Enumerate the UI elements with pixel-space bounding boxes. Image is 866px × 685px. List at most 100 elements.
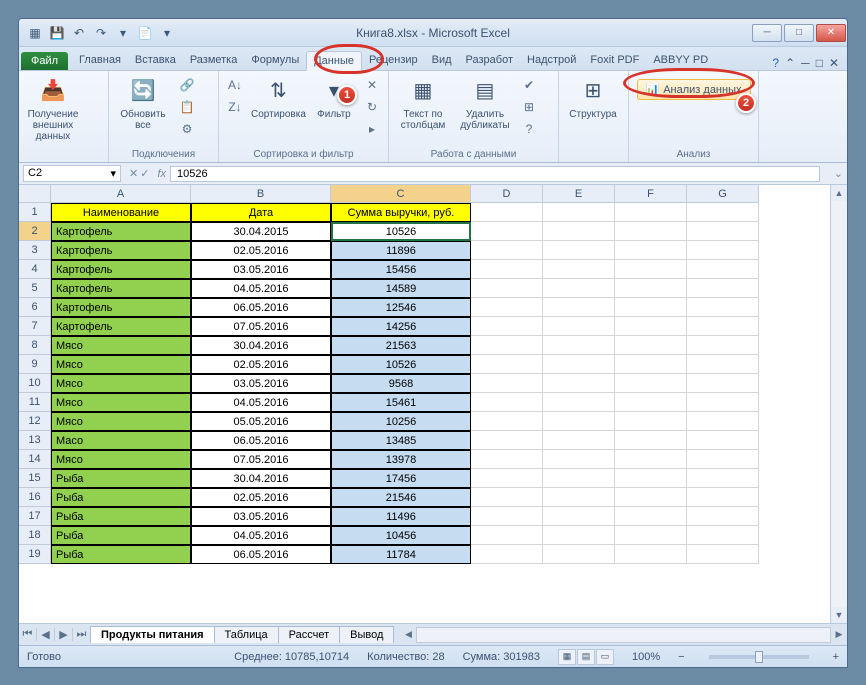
undo-icon[interactable]: ↶: [69, 23, 89, 43]
first-sheet-icon[interactable]: ⏮: [19, 628, 37, 641]
cell-2-F[interactable]: [615, 222, 687, 241]
row-header-12[interactable]: 12: [19, 412, 51, 431]
cell-10-D[interactable]: [471, 374, 543, 393]
cancel-formula-icon[interactable]: ✕: [129, 167, 138, 180]
cell-7-G[interactable]: [687, 317, 759, 336]
cell-14-E[interactable]: [543, 450, 615, 469]
tab-данные[interactable]: Данные: [306, 51, 362, 71]
row-header-6[interactable]: 6: [19, 298, 51, 317]
cell-12-C[interactable]: 10256: [331, 412, 471, 431]
cell-10-B[interactable]: 03.05.2016: [191, 374, 331, 393]
edit-links-icon[interactable]: ⚙: [177, 119, 197, 139]
maximize-button[interactable]: □: [784, 24, 814, 42]
sheet-tab-таблица[interactable]: Таблица: [214, 626, 279, 643]
row-header-15[interactable]: 15: [19, 469, 51, 488]
cell-15-C[interactable]: 17456: [331, 469, 471, 488]
cell-4-B[interactable]: 03.05.2016: [191, 260, 331, 279]
cell-10-F[interactable]: [615, 374, 687, 393]
formula-bar[interactable]: 10526: [170, 166, 820, 182]
cell-18-E[interactable]: [543, 526, 615, 545]
cell-17-E[interactable]: [543, 507, 615, 526]
cell-17-D[interactable]: [471, 507, 543, 526]
cell-8-B[interactable]: 30.04.2016: [191, 336, 331, 355]
cell-11-F[interactable]: [615, 393, 687, 412]
advanced-filter-icon[interactable]: ▸: [362, 119, 382, 139]
close-button[interactable]: ✕: [816, 24, 846, 42]
cell-11-D[interactable]: [471, 393, 543, 412]
cell-14-A[interactable]: Мясо: [51, 450, 191, 469]
cell-5-F[interactable]: [615, 279, 687, 298]
validation-icon[interactable]: ✔: [519, 75, 539, 95]
cell-12-G[interactable]: [687, 412, 759, 431]
cell-5-D[interactable]: [471, 279, 543, 298]
clear-filter-icon[interactable]: ✕: [362, 75, 382, 95]
cell-7-C[interactable]: 14256: [331, 317, 471, 336]
cell-19-B[interactable]: 06.05.2016: [191, 545, 331, 564]
qat-extra-icon[interactable]: 📄: [135, 23, 155, 43]
qat-more-icon[interactable]: ▾: [113, 23, 133, 43]
cell-7-F[interactable]: [615, 317, 687, 336]
vertical-scrollbar[interactable]: ▲ ▼: [830, 185, 847, 623]
tab-рецензир[interactable]: Рецензир: [362, 51, 425, 70]
cell-2-A[interactable]: Картофель: [51, 222, 191, 241]
cell-11-A[interactable]: Мясо: [51, 393, 191, 412]
cell-13-D[interactable]: [471, 431, 543, 450]
cell-2-E[interactable]: [543, 222, 615, 241]
cell-9-B[interactable]: 02.05.2016: [191, 355, 331, 374]
cell-4-A[interactable]: Картофель: [51, 260, 191, 279]
cell-14-D[interactable]: [471, 450, 543, 469]
help-icon[interactable]: ?: [772, 56, 779, 70]
cell-1-F[interactable]: [615, 203, 687, 222]
cell-15-B[interactable]: 30.04.2016: [191, 469, 331, 488]
sort-desc-icon[interactable]: Z↓: [225, 97, 245, 117]
cell-6-E[interactable]: [543, 298, 615, 317]
sort-button[interactable]: ⇅Сортировка: [251, 75, 306, 120]
cell-19-D[interactable]: [471, 545, 543, 564]
cell-4-G[interactable]: [687, 260, 759, 279]
cell-9-F[interactable]: [615, 355, 687, 374]
cell-1-D[interactable]: [471, 203, 543, 222]
select-all-corner[interactable]: [19, 185, 51, 203]
cell-9-G[interactable]: [687, 355, 759, 374]
cell-8-E[interactable]: [543, 336, 615, 355]
cell-11-C[interactable]: 15461: [331, 393, 471, 412]
row-header-14[interactable]: 14: [19, 450, 51, 469]
sheet-tab-вывод[interactable]: Вывод: [339, 626, 394, 643]
cell-5-E[interactable]: [543, 279, 615, 298]
sheet-tab-active[interactable]: Продукты питания: [90, 626, 215, 643]
cell-16-B[interactable]: 02.05.2016: [191, 488, 331, 507]
cell-8-C[interactable]: 21563: [331, 336, 471, 355]
cell-4-F[interactable]: [615, 260, 687, 279]
zoom-thumb[interactable]: [755, 651, 763, 663]
expand-formula-icon[interactable]: ⌄: [834, 167, 847, 180]
cell-16-A[interactable]: Рыба: [51, 488, 191, 507]
cell-17-A[interactable]: Рыба: [51, 507, 191, 526]
cell-12-A[interactable]: Мясо: [51, 412, 191, 431]
tab-надстрой[interactable]: Надстрой: [520, 51, 583, 70]
row-header-19[interactable]: 19: [19, 545, 51, 564]
cell-17-G[interactable]: [687, 507, 759, 526]
col-header-C[interactable]: C: [331, 185, 471, 203]
cell-15-D[interactable]: [471, 469, 543, 488]
tab-вставка[interactable]: Вставка: [128, 51, 183, 70]
cell-18-C[interactable]: 10456: [331, 526, 471, 545]
cell-8-G[interactable]: [687, 336, 759, 355]
zoom-out-button[interactable]: −: [678, 651, 684, 663]
view-break-icon[interactable]: ▭: [596, 649, 614, 665]
col-header-F[interactable]: F: [615, 185, 687, 203]
cell-9-E[interactable]: [543, 355, 615, 374]
cell-2-D[interactable]: [471, 222, 543, 241]
zoom-slider[interactable]: [709, 655, 809, 659]
cell-18-B[interactable]: 04.05.2016: [191, 526, 331, 545]
col-header-B[interactable]: B: [191, 185, 331, 203]
cell-13-A[interactable]: Масо: [51, 431, 191, 450]
cell-17-F[interactable]: [615, 507, 687, 526]
cell-17-B[interactable]: 03.05.2016: [191, 507, 331, 526]
row-header-4[interactable]: 4: [19, 260, 51, 279]
tab-вид[interactable]: Вид: [425, 51, 459, 70]
zoom-in-button[interactable]: +: [833, 651, 839, 663]
cell-15-F[interactable]: [615, 469, 687, 488]
tab-разметка[interactable]: Разметка: [183, 51, 245, 70]
scroll-down-icon[interactable]: ▼: [831, 607, 847, 623]
row-header-9[interactable]: 9: [19, 355, 51, 374]
